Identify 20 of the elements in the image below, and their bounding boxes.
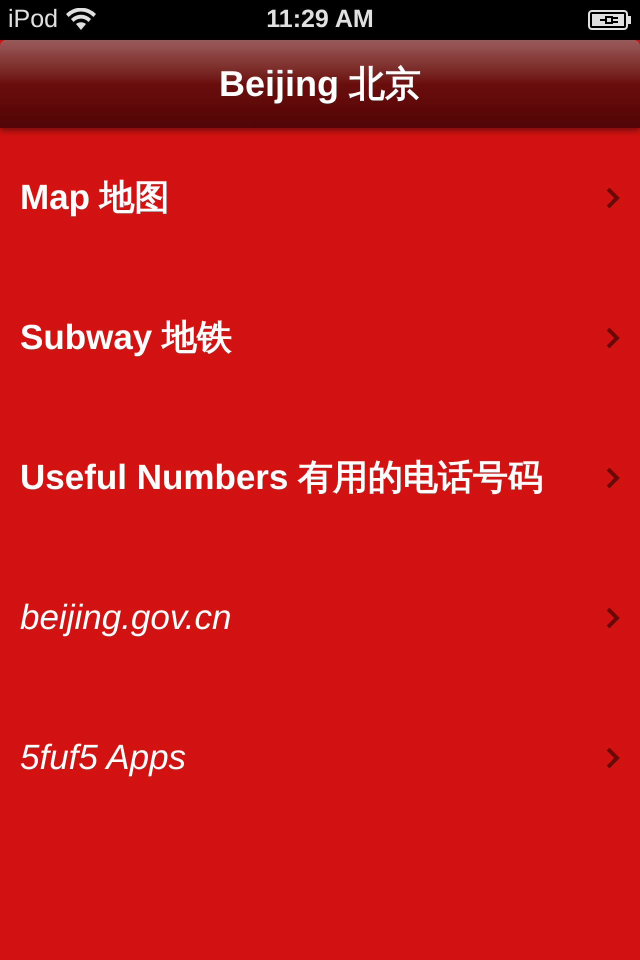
menu-row[interactable]: beijing.gov.cn <box>0 548 640 688</box>
menu-row[interactable]: Map 地图 <box>0 128 640 268</box>
chevron-icon <box>606 747 620 769</box>
row-label: Subway 地铁 <box>20 316 232 359</box>
menu-row[interactable]: Useful Numbers 有用的电话号码 <box>0 408 640 548</box>
chevron-icon <box>606 187 620 209</box>
chevron-icon <box>606 607 620 629</box>
chevron-icon <box>606 467 620 489</box>
row-label: 5fuf5 Apps <box>20 736 186 779</box>
menu-row[interactable]: 5fuf5 Apps <box>0 688 640 828</box>
row-label: Useful Numbers 有用的电话号码 <box>20 456 544 499</box>
carrier-label: iPod <box>8 4 58 36</box>
row-label: beijing.gov.cn <box>20 596 232 639</box>
battery-icon <box>588 9 632 31</box>
status-time: 11:29 AM <box>266 4 374 36</box>
row-label: Map 地图 <box>20 176 170 219</box>
chevron-icon <box>606 327 620 349</box>
nav-title: Beijing 北京 <box>218 62 421 106</box>
wifi-icon <box>66 8 96 32</box>
menu-row[interactable]: Subway 地铁 <box>0 268 640 408</box>
